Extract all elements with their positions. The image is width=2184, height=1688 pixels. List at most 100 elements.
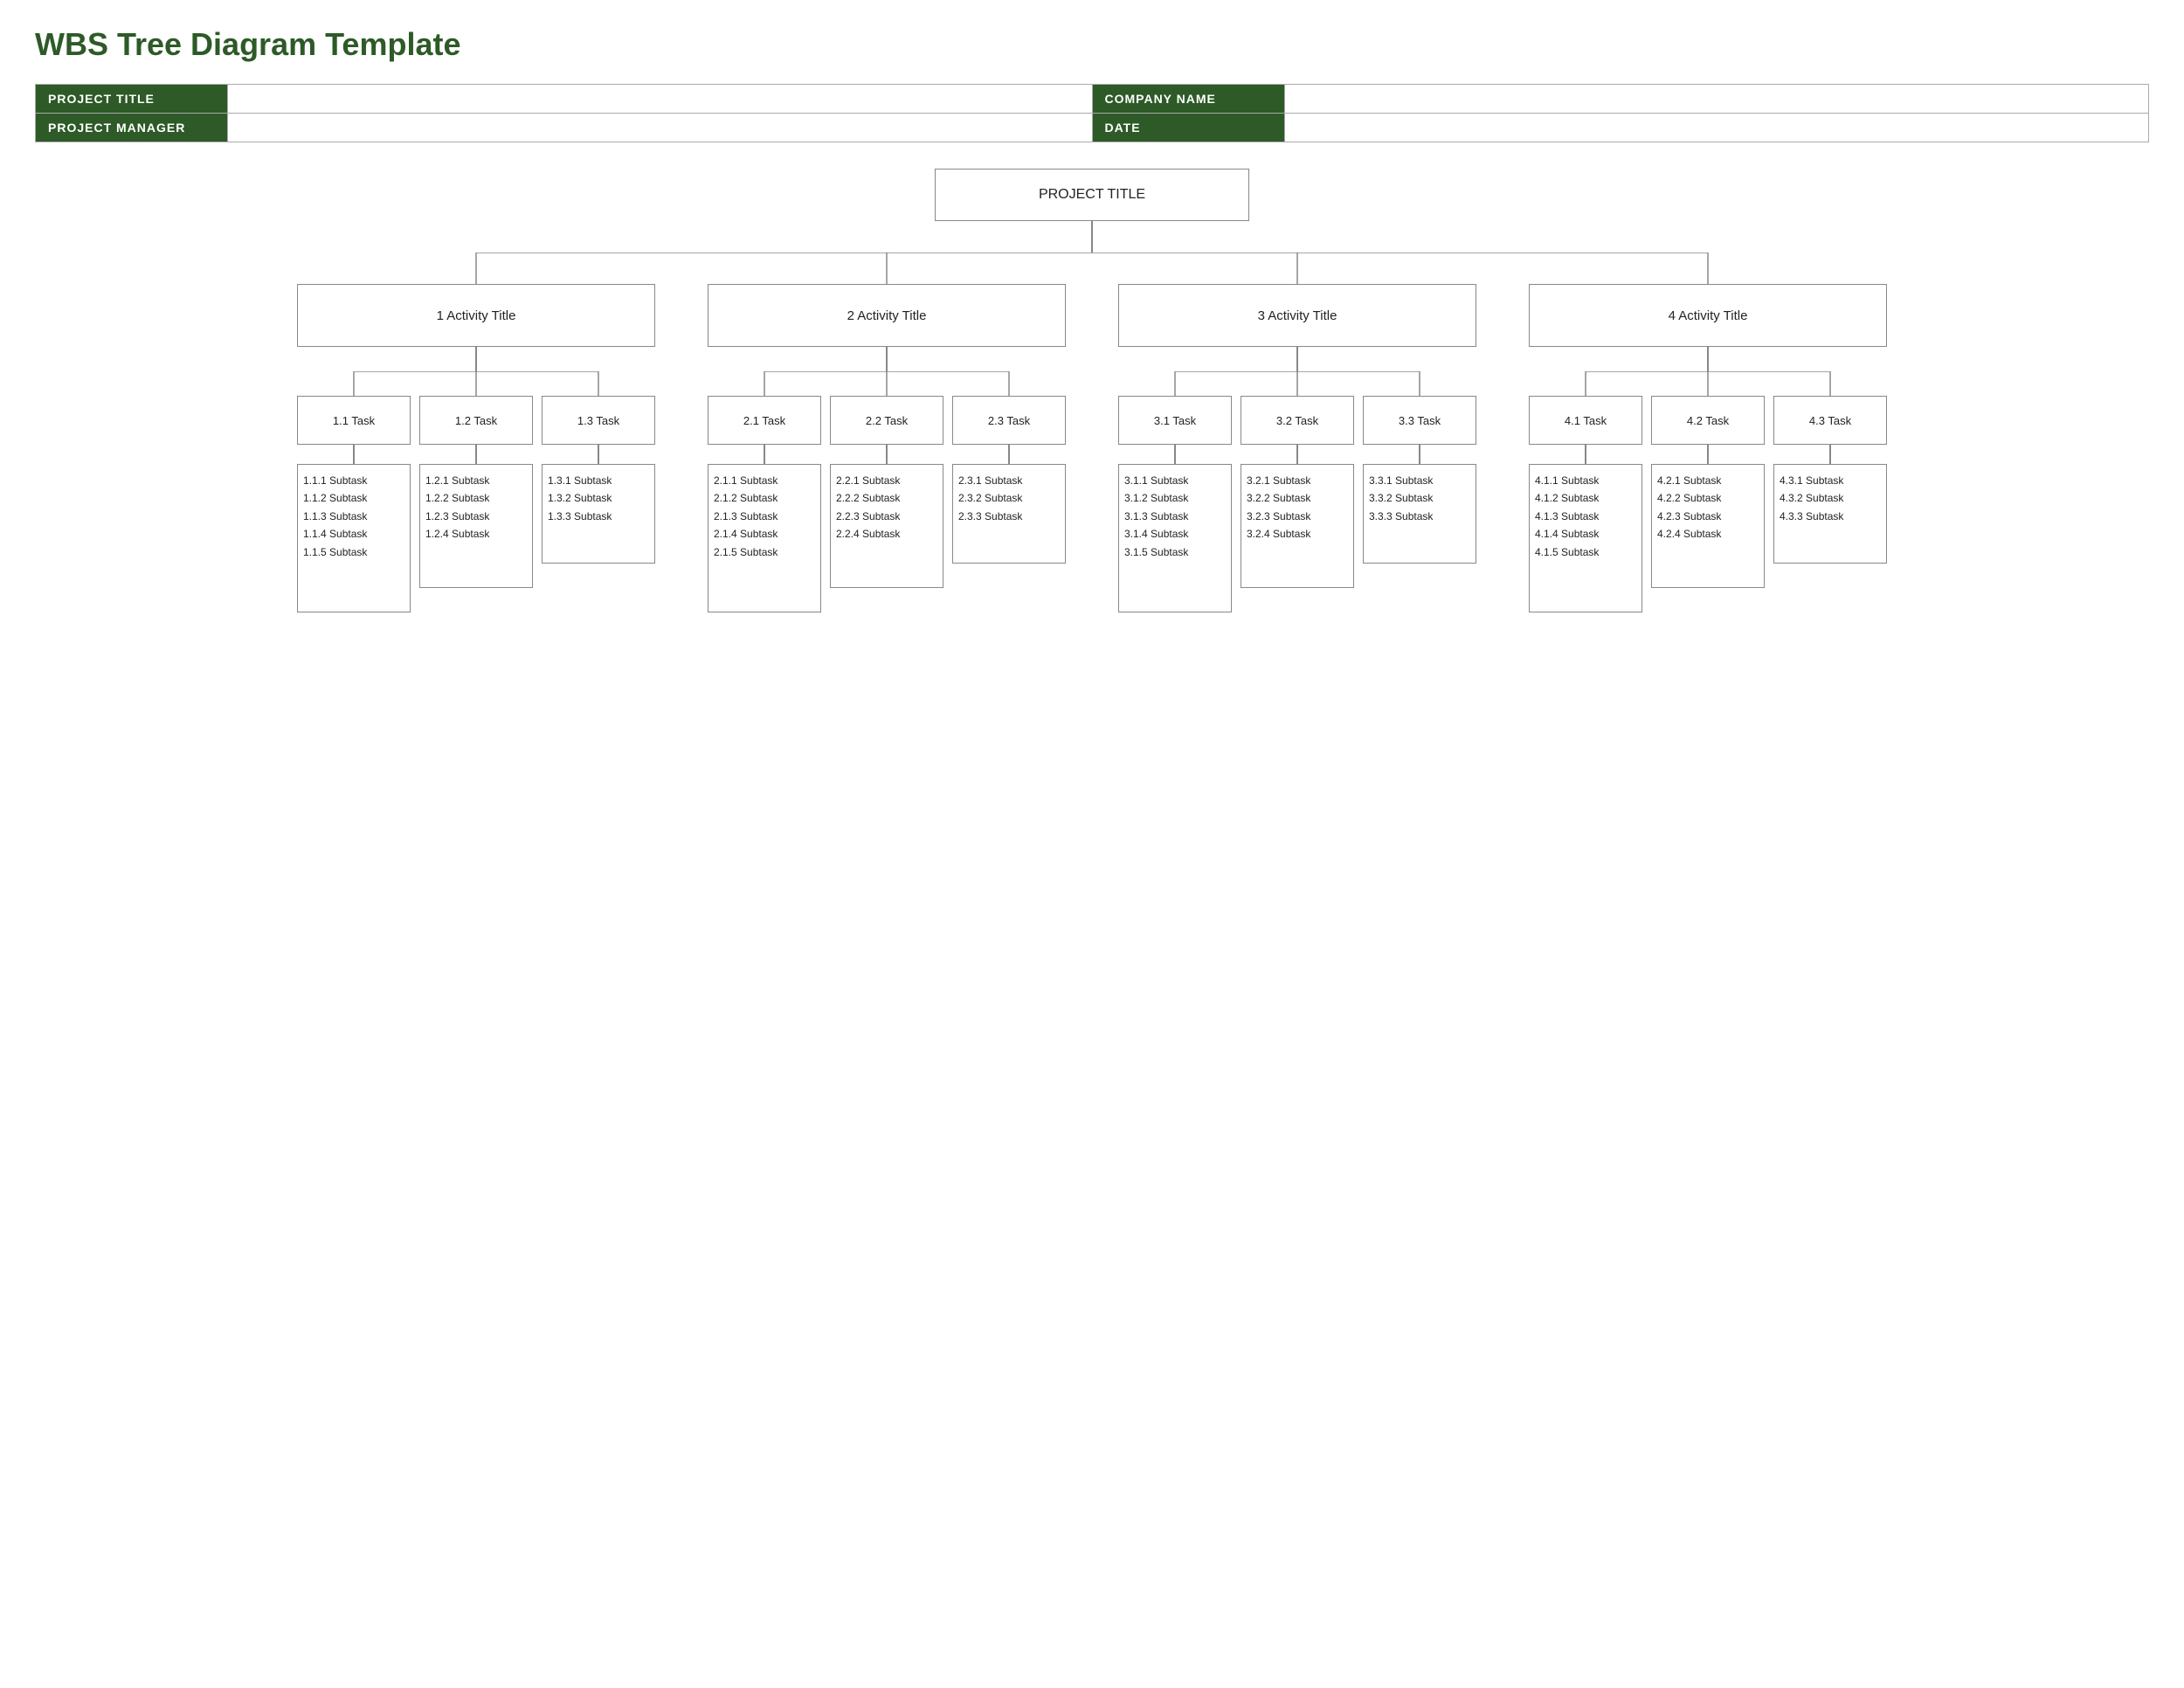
- connector-vertical: [886, 347, 888, 371]
- subtask-label: 1.1.5 Subtask: [303, 543, 367, 561]
- date-label: DATE: [1092, 114, 1284, 142]
- subtask-box-2.1[interactable]: 2.1.1 Subtask2.1.2 Subtask2.1.3 Subtask2…: [708, 464, 821, 612]
- task-group-2.1: 2.1 Task 2.1.1 Subtask2.1.2 Subtask2.1.3 …: [708, 396, 821, 612]
- subtask-box-1.1[interactable]: 1.1.1 Subtask1.1.2 Subtask1.1.3 Subtask1…: [297, 464, 411, 612]
- subtask-label: 4.3.2 Subtask: [1780, 489, 1843, 507]
- subtask-label: 4.2.3 Subtask: [1657, 508, 1721, 525]
- activity-group-3: 3 Activity Title3.1 Task3.1.1 Subtask3.1…: [1118, 284, 1476, 612]
- connector-vertical: [353, 445, 355, 464]
- subtask-box-1.3[interactable]: 1.3.1 Subtask1.3.2 Subtask1.3.3 Subtask: [542, 464, 655, 564]
- subtask-label: 4.3.1 Subtask: [1780, 472, 1843, 489]
- activity-box-4[interactable]: 4 Activity Title: [1529, 284, 1887, 347]
- activity-box-2[interactable]: 2 Activity Title: [708, 284, 1066, 347]
- task-group-3.3: 3.3 Task 3.3.1 Subtask3.3.2 Subtask3.3.3 …: [1363, 396, 1476, 564]
- activity-box-1[interactable]: 1 Activity Title: [297, 284, 655, 347]
- subtask-box-4.2[interactable]: 4.2.1 Subtask4.2.2 Subtask4.2.3 Subtask4…: [1651, 464, 1765, 588]
- task-box-2.1[interactable]: 2.1 Task: [708, 396, 821, 445]
- wbs-diagram: PROJECT TITLE1 Activity Title1.1 Task1.1…: [35, 169, 2149, 612]
- task-box-3.1[interactable]: 3.1 Task: [1118, 396, 1232, 445]
- subtask-box-1.2[interactable]: 1.2.1 Subtask1.2.2 Subtask1.2.3 Subtask1…: [419, 464, 533, 588]
- project-title-label: PROJECT TITLE: [36, 85, 228, 114]
- task-group-3.2: 3.2 Task 3.2.1 Subtask3.2.2 Subtask3.2.3 …: [1241, 396, 1354, 588]
- task-box-2.3[interactable]: 2.3 Task: [952, 396, 1066, 445]
- activity-box-3[interactable]: 3 Activity Title: [1118, 284, 1476, 347]
- task-group-2.2: 2.2 Task 2.2.1 Subtask2.2.2 Subtask2.2.3 …: [830, 396, 943, 588]
- subtask-label: 2.2.2 Subtask: [836, 489, 900, 507]
- connector-vertical: [1585, 445, 1586, 464]
- page-title: WBS Tree Diagram Template: [35, 26, 2149, 63]
- subtask-label: 1.2.2 Subtask: [425, 489, 489, 507]
- subtask-box-4.1[interactable]: 4.1.1 Subtask4.1.2 Subtask4.1.3 Subtask4…: [1529, 464, 1642, 612]
- connector-vertical: [475, 347, 477, 371]
- subtask-label: 3.1.5 Subtask: [1124, 543, 1188, 561]
- info-table: PROJECT TITLE COMPANY NAME PROJECT MANAG…: [35, 84, 2149, 142]
- subtask-box-4.3[interactable]: 4.3.1 Subtask4.3.2 Subtask4.3.3 Subtask: [1773, 464, 1887, 564]
- subtask-label: 3.1.3 Subtask: [1124, 508, 1188, 525]
- subtask-label: 3.1.4 Subtask: [1124, 525, 1188, 543]
- subtask-box-2.2[interactable]: 2.2.1 Subtask2.2.2 Subtask2.2.3 Subtask2…: [830, 464, 943, 588]
- connector-vertical: [1174, 445, 1176, 464]
- subtask-label: 4.1.3 Subtask: [1535, 508, 1599, 525]
- subtask-label: 1.3.3 Subtask: [548, 508, 612, 525]
- task-group-4.1: 4.1 Task 4.1.1 Subtask4.1.2 Subtask4.1.3 …: [1529, 396, 1642, 612]
- subtask-label: 2.2.1 Subtask: [836, 472, 900, 489]
- task-group-2.3: 2.3 Task 2.3.1 Subtask2.3.2 Subtask2.3.3 …: [952, 396, 1066, 564]
- task-group-1.1: 1.1 Task 1.1.1 Subtask1.1.2 Subtask1.1.3 …: [297, 396, 411, 612]
- task-box-3.3[interactable]: 3.3 Task: [1363, 396, 1476, 445]
- task-box-3.2[interactable]: 3.2 Task: [1241, 396, 1354, 445]
- task-branch-connector-4: [1529, 371, 1887, 396]
- subtask-label: 1.2.1 Subtask: [425, 472, 489, 489]
- company-name-label: COMPANY NAME: [1092, 85, 1284, 114]
- connector-vertical: [886, 445, 888, 464]
- task-box-2.2[interactable]: 2.2 Task: [830, 396, 943, 445]
- subtask-box-3.3[interactable]: 3.3.1 Subtask3.3.2 Subtask3.3.3 Subtask: [1363, 464, 1476, 564]
- company-name-value[interactable]: [1284, 85, 2149, 114]
- connector-vertical: [1707, 347, 1709, 371]
- connector-vertical: [1829, 445, 1831, 464]
- activity-group-1: 1 Activity Title 1.1 Task 1.1.1 Subtask1.1…: [297, 284, 655, 612]
- subtask-label: 1.3.2 Subtask: [548, 489, 612, 507]
- connector-vertical: [1091, 221, 1093, 253]
- task-box-4.1[interactable]: 4.1 Task: [1529, 396, 1642, 445]
- subtask-label: 2.2.3 Subtask: [836, 508, 900, 525]
- subtask-label: 4.3.3 Subtask: [1780, 508, 1843, 525]
- project-manager-value[interactable]: [228, 114, 1093, 142]
- connector-vertical: [598, 445, 599, 464]
- activity-group-4: 4 Activity Title4.1 Task4.1.1 Subtask4.1…: [1529, 284, 1887, 612]
- subtask-label: 3.3.2 Subtask: [1369, 489, 1433, 507]
- subtask-label: 1.1.2 Subtask: [303, 489, 367, 507]
- subtask-label: 2.3.3 Subtask: [958, 508, 1022, 525]
- subtask-box-3.2[interactable]: 3.2.1 Subtask3.2.2 Subtask3.2.3 Subtask3…: [1241, 464, 1354, 588]
- task-box-4.3[interactable]: 4.3 Task: [1773, 396, 1887, 445]
- task-group-4.3: 4.3 Task 4.3.1 Subtask4.3.2 Subtask4.3.3 …: [1773, 396, 1887, 564]
- connector-vertical: [764, 445, 765, 464]
- subtask-label: 1.2.3 Subtask: [425, 508, 489, 525]
- root-box[interactable]: PROJECT TITLE: [935, 169, 1249, 221]
- project-title-value[interactable]: [228, 85, 1093, 114]
- date-value[interactable]: [1284, 114, 2149, 142]
- subtask-label: 2.1.4 Subtask: [714, 525, 778, 543]
- task-box-1.2[interactable]: 1.2 Task: [419, 396, 533, 445]
- subtask-label: 3.3.3 Subtask: [1369, 508, 1433, 525]
- subtask-label: 4.1.2 Subtask: [1535, 489, 1599, 507]
- connector-vertical: [1296, 445, 1298, 464]
- subtask-label: 2.1.3 Subtask: [714, 508, 778, 525]
- subtask-label: 4.2.2 Subtask: [1657, 489, 1721, 507]
- task-box-4.2[interactable]: 4.2 Task: [1651, 396, 1765, 445]
- task-branch-connector-2: [708, 371, 1066, 396]
- subtask-label: 4.1.1 Subtask: [1535, 472, 1599, 489]
- task-box-1.1[interactable]: 1.1 Task: [297, 396, 411, 445]
- subtask-box-3.1[interactable]: 3.1.1 Subtask3.1.2 Subtask3.1.3 Subtask3…: [1118, 464, 1232, 612]
- subtask-label: 2.2.4 Subtask: [836, 525, 900, 543]
- connector-vertical: [1707, 445, 1709, 464]
- subtask-label: 3.2.4 Subtask: [1247, 525, 1310, 543]
- activity-group-2: 2 Activity Title 2.1 Task 2.1.1 Subtask2.1…: [708, 284, 1066, 612]
- subtask-label: 3.2.1 Subtask: [1247, 472, 1310, 489]
- subtask-box-2.3[interactable]: 2.3.1 Subtask2.3.2 Subtask2.3.3 Subtask: [952, 464, 1066, 564]
- project-manager-label: PROJECT MANAGER: [36, 114, 228, 142]
- subtask-label: 1.1.4 Subtask: [303, 525, 367, 543]
- subtask-label: 3.3.1 Subtask: [1369, 472, 1433, 489]
- subtask-label: 4.1.4 Subtask: [1535, 525, 1599, 543]
- subtask-label: 3.1.1 Subtask: [1124, 472, 1188, 489]
- task-box-1.3[interactable]: 1.3 Task: [542, 396, 655, 445]
